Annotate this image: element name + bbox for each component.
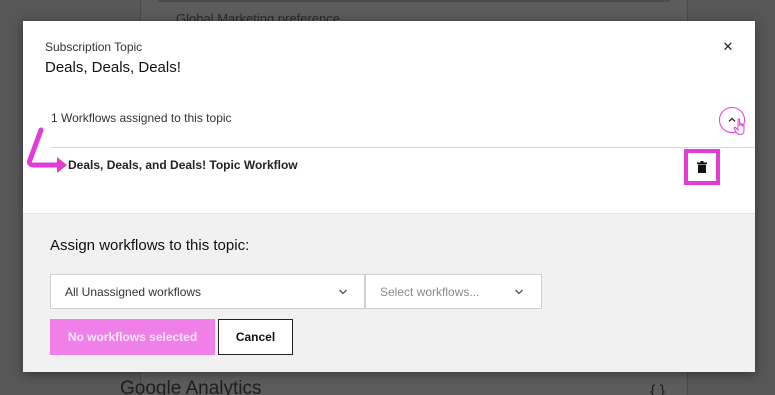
workflow-filter-select[interactable]: All Unassigned workflows — [50, 274, 365, 309]
assigned-count-label: 1 Workflows assigned to this topic — [51, 111, 232, 125]
modal-header: Subscription Topic Deals, Deals, Deals! … — [23, 21, 755, 91]
assign-section-title: Assign workflows to this topic: — [50, 237, 250, 254]
background-section-heading: Google Analytics — [120, 378, 262, 395]
trash-icon — [697, 161, 707, 173]
subscription-topic-modal: Subscription Topic Deals, Deals, Deals! … — [23, 21, 755, 372]
cancel-button[interactable]: Cancel — [218, 319, 293, 355]
assign-workflows-panel: Assign workflows to this topic: All Unas… — [23, 213, 755, 372]
hand-cursor-icon — [733, 118, 745, 136]
modal-title: Deals, Deals, Deals! — [45, 59, 181, 76]
workflows-placeholder: Select workflows... — [380, 285, 480, 299]
close-icon[interactable]: ✕ — [719, 37, 737, 57]
background-code-icon: { } — [650, 383, 666, 395]
workflow-list-divider — [51, 147, 755, 148]
remove-workflow-button[interactable] — [684, 149, 720, 185]
workflow-filter-value: All Unassigned workflows — [65, 285, 202, 299]
chevron-down-icon — [339, 289, 347, 295]
modal-eyebrow: Subscription Topic — [45, 40, 143, 54]
workflows-multiselect[interactable]: Select workflows... — [365, 274, 542, 309]
chevron-down-icon — [515, 289, 523, 295]
workflow-list-item: Deals, Deals, and Deals! Topic Workflow — [68, 158, 298, 172]
annotation-arrow-icon — [27, 127, 67, 173]
assign-workflows-button[interactable]: No workflows selected — [50, 319, 215, 355]
background-divider — [158, 0, 670, 2]
